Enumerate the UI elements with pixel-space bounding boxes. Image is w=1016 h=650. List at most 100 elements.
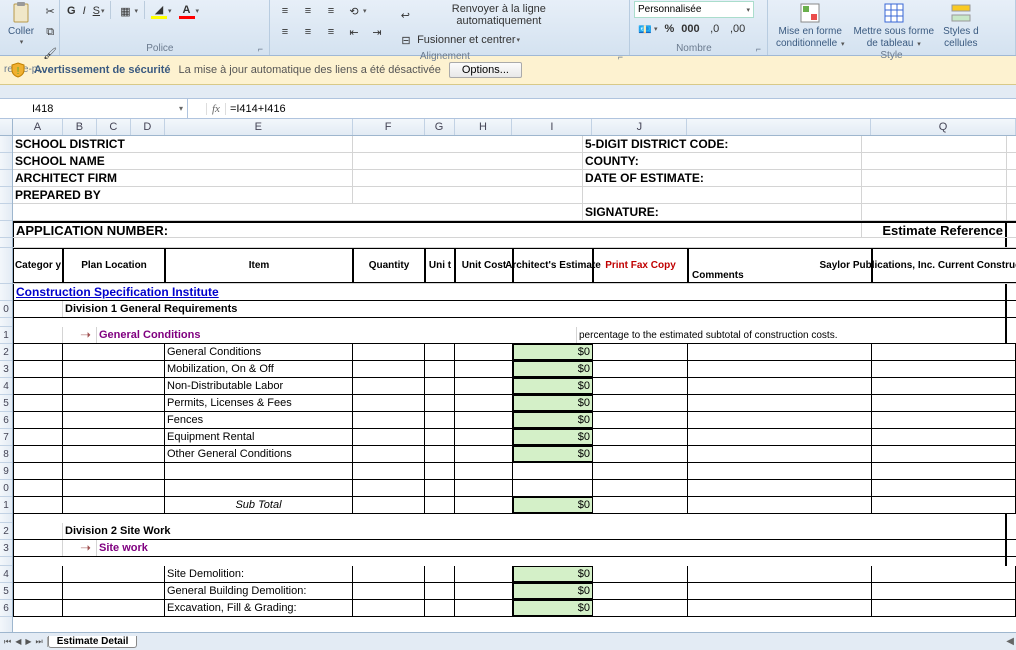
merge-center-button[interactable]: ⊟ Fusionner et centrer▾	[395, 30, 545, 50]
cell[interactable]	[513, 480, 593, 496]
cell[interactable]	[353, 583, 425, 599]
row-header[interactable]	[0, 187, 12, 204]
csi-link[interactable]: Construction Specification Institute	[13, 284, 1007, 300]
cell[interactable]	[688, 344, 872, 360]
cell[interactable]	[593, 395, 688, 411]
align-left-button[interactable]: ≡	[274, 22, 296, 42]
cell[interactable]: $0	[513, 344, 593, 360]
row-header[interactable]: 2	[0, 523, 12, 540]
percent-button[interactable]: %	[662, 19, 678, 39]
cell[interactable]	[872, 583, 1016, 599]
cell[interactable]	[13, 600, 63, 616]
cut-button[interactable]: ✂	[39, 1, 61, 21]
cell[interactable]: Permits, Licenses & Fees	[165, 395, 353, 411]
cell[interactable]	[63, 429, 165, 445]
row-header[interactable]: 2	[0, 344, 12, 361]
cell[interactable]	[13, 361, 63, 377]
cell[interactable]	[455, 429, 513, 445]
name-box-input[interactable]	[4, 103, 183, 115]
cell[interactable]	[425, 344, 455, 360]
wrap-text-button[interactable]: ↩ Renvoyer à la ligne automatiquement	[395, 1, 585, 29]
row-header[interactable]: 4	[0, 566, 12, 583]
cell[interactable]	[688, 600, 872, 616]
cell[interactable]	[63, 361, 165, 377]
cell[interactable]	[583, 187, 862, 203]
cell[interactable]	[13, 463, 63, 479]
cell[interactable]	[862, 153, 1007, 169]
cell[interactable]: General Conditions	[97, 327, 577, 343]
col-header[interactable]: I	[512, 119, 592, 135]
cell[interactable]	[353, 361, 425, 377]
cell[interactable]	[13, 238, 1007, 247]
italic-button[interactable]: I	[80, 1, 89, 21]
cell[interactable]	[353, 463, 425, 479]
align-center-button[interactable]: ≡	[297, 22, 319, 42]
row-header[interactable]: 0	[0, 480, 12, 497]
cell[interactable]	[353, 187, 583, 203]
cell[interactable]	[513, 463, 593, 479]
row-header[interactable]	[0, 557, 12, 566]
cell[interactable]: Mobilization, On & Off	[165, 361, 353, 377]
row-header[interactable]	[0, 514, 12, 523]
cell[interactable]	[425, 463, 455, 479]
currency-button[interactable]: 💶▾	[634, 19, 661, 39]
cell[interactable]	[425, 378, 455, 394]
row-header[interactable]	[0, 284, 12, 301]
sheet-tab[interactable]: Estimate Detail	[48, 636, 138, 648]
format-as-table-button[interactable]: Mettre sous forme de tableau ▾	[849, 1, 938, 49]
cell[interactable]: ARCHITECT FIRM	[13, 170, 353, 186]
cell[interactable]	[63, 600, 165, 616]
cell[interactable]	[593, 344, 688, 360]
cell[interactable]	[455, 480, 513, 496]
table-header[interactable]: Uni t	[425, 248, 455, 283]
prev-tab-button[interactable]: ◀	[14, 637, 22, 647]
font-color-button[interactable]: A▾	[176, 1, 203, 21]
cell[interactable]: General Building Demolition:	[165, 583, 353, 599]
cell[interactable]	[455, 583, 513, 599]
chevron-down-icon[interactable]: ▾	[179, 104, 183, 113]
cell[interactable]	[455, 446, 513, 462]
cell[interactable]: SIGNATURE:	[583, 204, 862, 220]
col-header[interactable]: H	[455, 119, 513, 135]
cell[interactable]	[13, 429, 63, 445]
cell[interactable]	[455, 600, 513, 616]
cell[interactable]: Non-Distributable Labor	[165, 378, 353, 394]
cell[interactable]: Division 2 Site Work	[63, 523, 1007, 539]
cell[interactable]: 5-DIGIT DISTRICT CODE:	[583, 136, 862, 152]
cell[interactable]: COUNTY:	[583, 153, 862, 169]
cell[interactable]	[353, 412, 425, 428]
row-header[interactable]: 5	[0, 583, 12, 600]
cell[interactable]	[353, 378, 425, 394]
cell[interactable]	[688, 429, 872, 445]
cell[interactable]	[593, 429, 688, 445]
cell[interactable]	[872, 480, 1016, 496]
cell[interactable]	[688, 361, 872, 377]
cell[interactable]	[872, 412, 1016, 428]
cell[interactable]	[593, 446, 688, 462]
cell[interactable]: DATE OF ESTIMATE:	[583, 170, 862, 186]
cell[interactable]	[862, 204, 1007, 220]
cell[interactable]: $0	[513, 583, 593, 599]
cell[interactable]	[353, 395, 425, 411]
cell[interactable]	[872, 446, 1016, 462]
cell[interactable]	[455, 412, 513, 428]
cell[interactable]: General Conditions	[165, 344, 353, 360]
cell[interactable]	[13, 412, 63, 428]
cell[interactable]: ➝	[63, 327, 97, 343]
cell[interactable]: $0	[513, 600, 593, 616]
cell[interactable]	[425, 446, 455, 462]
cell[interactable]	[425, 497, 455, 513]
cell[interactable]	[455, 395, 513, 411]
col-header[interactable]: F	[353, 119, 425, 135]
cell[interactable]: Site Demolition:	[165, 566, 353, 582]
cell[interactable]	[425, 583, 455, 599]
formula-input[interactable]	[226, 101, 1016, 117]
dialog-launcher-icon[interactable]: ⌐	[616, 52, 625, 62]
cell[interactable]	[63, 344, 165, 360]
cell[interactable]	[688, 480, 872, 496]
cell[interactable]	[455, 566, 513, 582]
row-header[interactable]	[0, 318, 12, 327]
cell[interactable]	[688, 566, 872, 582]
col-header[interactable]: J	[592, 119, 687, 135]
cell[interactable]: percentage to the estimated subtotal of …	[577, 327, 1007, 343]
